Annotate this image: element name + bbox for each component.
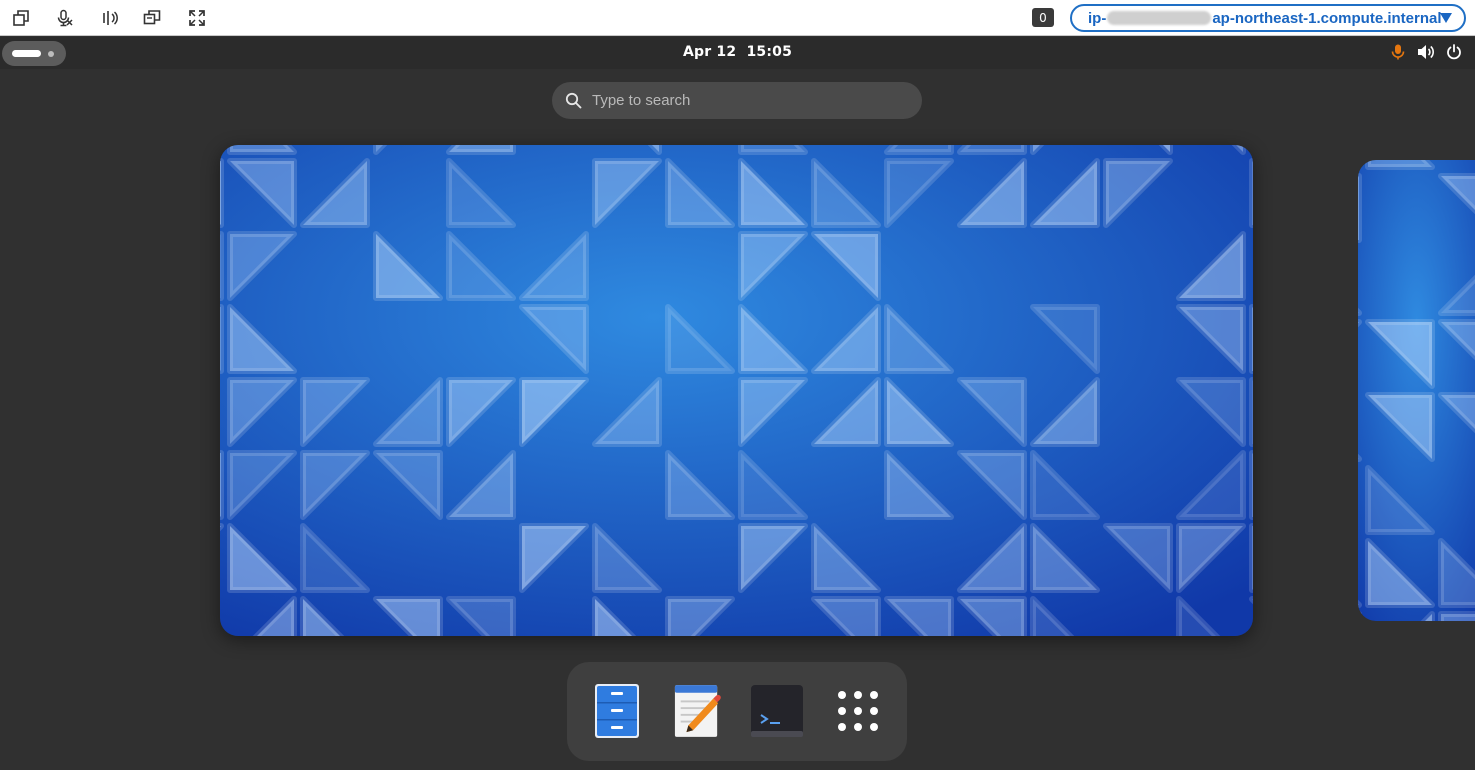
- search-bar[interactable]: [552, 82, 922, 119]
- restore-window-button[interactable]: [11, 8, 31, 28]
- time-label: 15:05: [746, 44, 793, 60]
- mic-button[interactable]: [54, 8, 74, 28]
- system-tray[interactable]: [1389, 43, 1463, 61]
- wallpaper-image: [220, 145, 1253, 636]
- redacted-hostname: [1107, 11, 1212, 25]
- date-time-menu[interactable]: Apr 12 15:05: [0, 44, 1475, 60]
- notification-count-badge: 0: [1032, 8, 1054, 27]
- search-icon: [565, 92, 582, 109]
- gnome-top-bar: Apr 12 15:05: [0, 37, 1475, 69]
- host-selector[interactable]: ip- ap-northeast-1.compute.internal: [1070, 4, 1466, 32]
- displays-icon: [143, 10, 161, 25]
- date-label: Apr 12: [682, 44, 737, 60]
- chevron-down-icon: [1440, 13, 1452, 23]
- terminal-icon: [751, 685, 803, 737]
- current-workspace[interactable]: [220, 145, 1253, 636]
- host-suffix: ap-northeast-1.compute.internal: [1212, 9, 1442, 27]
- volume-icon[interactable]: [1417, 43, 1435, 61]
- show-apps-button[interactable]: [833, 682, 883, 740]
- windows-icon: [13, 10, 29, 26]
- speaker-waves-icon: [103, 11, 118, 25]
- wallpaper-image: [1358, 160, 1475, 621]
- app-grid-icon: [838, 691, 878, 731]
- notepad-pencil-icon: [674, 685, 721, 737]
- microphone-mute-icon: [57, 9, 73, 27]
- host-prefix: ip-: [1088, 9, 1107, 27]
- expand-arrows-icon: [189, 10, 205, 26]
- audio-button[interactable]: [99, 8, 119, 28]
- terminal-app-icon[interactable]: [751, 682, 803, 740]
- text-editor-app-icon[interactable]: [673, 682, 721, 740]
- viewer-toolbar: 0 ip- ap-northeast-1.compute.internal: [0, 0, 1475, 36]
- next-workspace[interactable]: [1358, 160, 1475, 621]
- power-icon[interactable]: [1445, 43, 1463, 61]
- search-input[interactable]: [592, 82, 912, 119]
- dash: [567, 662, 907, 761]
- multi-display-button[interactable]: [142, 8, 162, 28]
- file-cabinet-icon: [595, 684, 639, 738]
- files-app-icon[interactable]: [593, 682, 641, 740]
- fullscreen-button[interactable]: [187, 8, 207, 28]
- microphone-icon[interactable]: [1389, 43, 1407, 61]
